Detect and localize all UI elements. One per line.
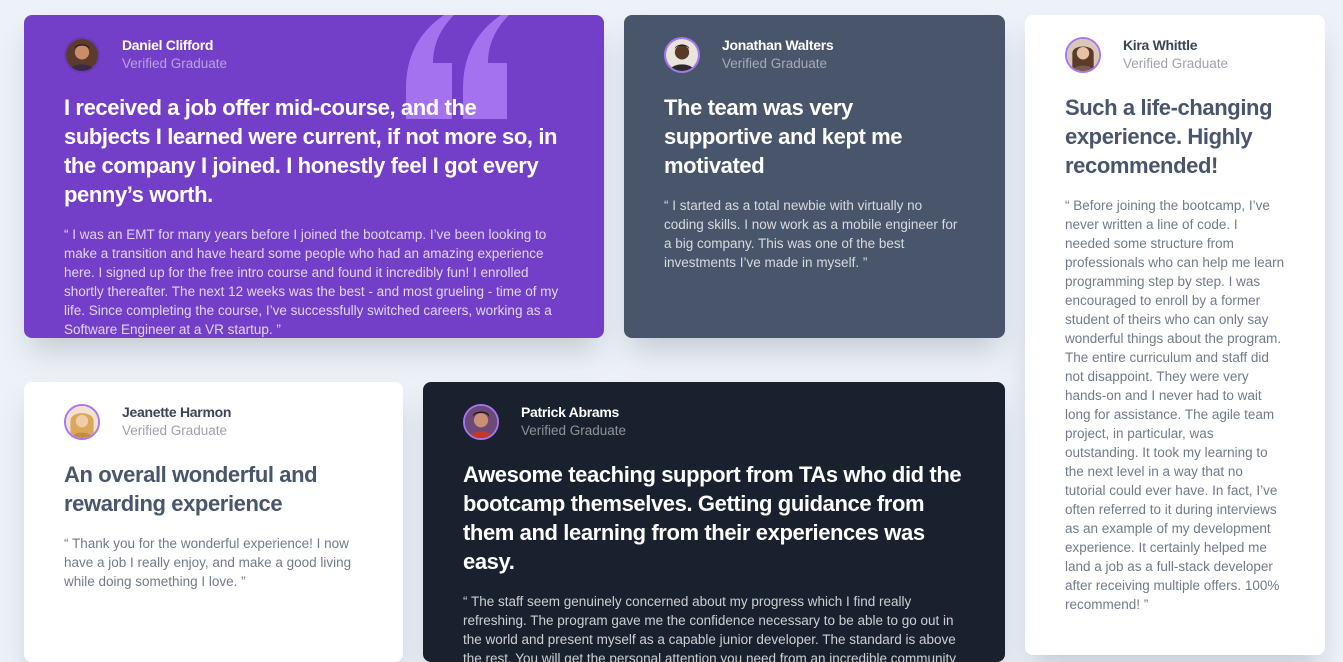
testimonial-card-kira-whittle: Kira Whittle Verified Graduate Such a li… bbox=[1025, 15, 1325, 655]
testimonial-body: “ The staff seem genuinely concerned abo… bbox=[463, 594, 957, 662]
avatar-icon bbox=[64, 404, 100, 440]
testimonial-headline: Awesome teaching support from TAs who di… bbox=[463, 462, 962, 574]
testimonial-headline: Such a life-changing experience. Highly … bbox=[1065, 95, 1273, 178]
testimonial-headline: The team was very supportive and kept me… bbox=[664, 95, 903, 178]
testimonial-card-jeanette-harmon: Jeanette Harmon Verified Graduate An ove… bbox=[24, 382, 403, 662]
testimonial-card-patrick-abrams: Patrick Abrams Verified Graduate Awesome… bbox=[423, 382, 1005, 662]
testimonial-headline: I received a job offer mid-course, and t… bbox=[64, 95, 558, 207]
author-role: Verified Graduate bbox=[122, 423, 228, 438]
author-block: Daniel Clifford Verified Graduate bbox=[64, 35, 564, 75]
avatar-icon bbox=[463, 404, 499, 440]
author-name: Daniel Clifford bbox=[122, 37, 214, 53]
testimonial-body: “ I started as a total newbie with virtu… bbox=[664, 198, 958, 270]
avatar-icon bbox=[1065, 37, 1101, 73]
testimonial-card-jonathan-walters: Jonathan Walters Verified Graduate The t… bbox=[624, 15, 1005, 338]
author-role: Verified Graduate bbox=[521, 423, 627, 438]
author-role: Verified Graduate bbox=[122, 56, 228, 71]
author-name: Kira Whittle bbox=[1123, 37, 1198, 53]
author-name: Patrick Abrams bbox=[521, 404, 619, 420]
avatar-icon bbox=[64, 37, 100, 73]
testimonial-body: “ Before joining the bootcamp, I’ve neve… bbox=[1065, 198, 1285, 612]
avatar-icon bbox=[664, 37, 700, 73]
author-role: Verified Graduate bbox=[722, 56, 828, 71]
testimonial-headline: An overall wonderful and rewarding exper… bbox=[64, 462, 318, 516]
author-role: Verified Graduate bbox=[1123, 56, 1229, 71]
author-block: Jeanette Harmon Verified Graduate bbox=[64, 402, 363, 442]
author-block: Jonathan Walters Verified Graduate bbox=[664, 35, 965, 75]
testimonial-card-daniel-clifford: Daniel Clifford Verified Graduate I rece… bbox=[24, 15, 604, 338]
testimonial-body: “ Thank you for the wonderful experience… bbox=[64, 536, 352, 589]
author-name: Jeanette Harmon bbox=[122, 404, 232, 420]
author-name: Jonathan Walters bbox=[722, 37, 834, 53]
author-block: Patrick Abrams Verified Graduate bbox=[463, 402, 965, 442]
author-block: Kira Whittle Verified Graduate bbox=[1065, 35, 1285, 75]
testimonial-body: “ I was an EMT for many years before I j… bbox=[64, 227, 559, 337]
